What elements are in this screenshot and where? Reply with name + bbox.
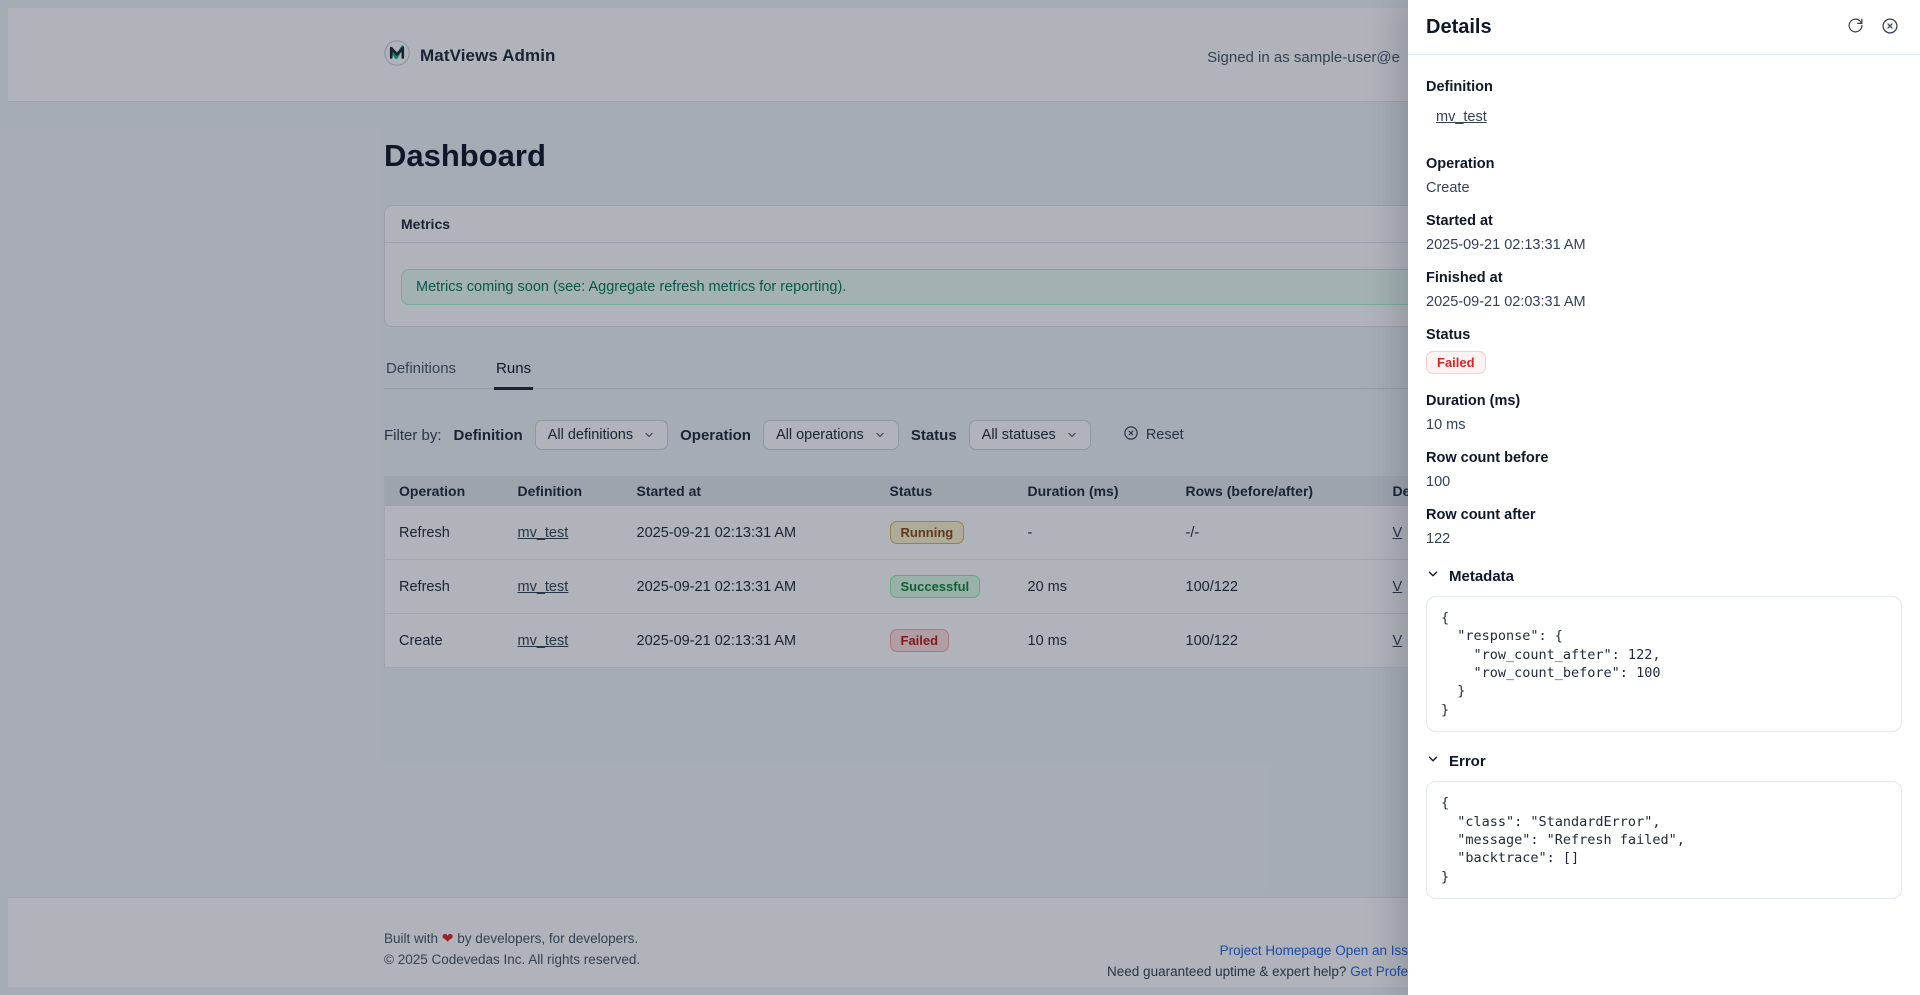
duration-value: 10 ms bbox=[1426, 417, 1902, 433]
started-at-value: 2025-09-21 02:13:31 AM bbox=[1426, 237, 1902, 253]
duration-label: Duration (ms) bbox=[1426, 393, 1902, 409]
operation-value: Create bbox=[1426, 180, 1902, 196]
error-title: Error bbox=[1449, 753, 1486, 770]
refresh-icon bbox=[1847, 17, 1864, 37]
metadata-title: Metadata bbox=[1449, 568, 1514, 585]
chevron-down-icon bbox=[1426, 567, 1440, 586]
metadata-section-toggle[interactable]: Metadata bbox=[1426, 567, 1902, 586]
drawer-title: Details bbox=[1426, 16, 1833, 39]
error-section-toggle[interactable]: Error bbox=[1426, 752, 1902, 771]
finished-at-label: Finished at bbox=[1426, 270, 1902, 286]
circle-x-icon bbox=[1881, 17, 1899, 38]
row-count-before-label: Row count before bbox=[1426, 450, 1902, 466]
matviews-admin-page: MatViews Admin Signed in as sample-user@… bbox=[0, 0, 1920, 995]
refresh-button[interactable] bbox=[1844, 14, 1867, 40]
status-label: Status bbox=[1426, 327, 1902, 343]
operation-label: Operation bbox=[1426, 156, 1902, 172]
row-count-after-label: Row count after bbox=[1426, 507, 1902, 523]
error-json: { "class": "StandardError", "message": "… bbox=[1426, 781, 1902, 899]
started-at-label: Started at bbox=[1426, 213, 1902, 229]
drawer-header: Details bbox=[1408, 0, 1920, 55]
drawer-body: Definition mv_test Operation Create Star… bbox=[1408, 55, 1920, 899]
chevron-down-icon bbox=[1426, 752, 1440, 771]
finished-at-value: 2025-09-21 02:03:31 AM bbox=[1426, 294, 1902, 310]
row-count-after-value: 122 bbox=[1426, 531, 1902, 547]
definition-link[interactable]: mv_test bbox=[1436, 109, 1487, 125]
metadata-json: { "response": { "row_count_after": 122, … bbox=[1426, 596, 1902, 732]
row-count-before-value: 100 bbox=[1426, 474, 1902, 490]
close-button[interactable] bbox=[1878, 14, 1902, 41]
status-badge: Failed bbox=[1426, 351, 1486, 374]
definition-label: Definition bbox=[1426, 79, 1902, 95]
details-drawer: Details Definition mv_test Operation Cre… bbox=[1408, 0, 1920, 995]
